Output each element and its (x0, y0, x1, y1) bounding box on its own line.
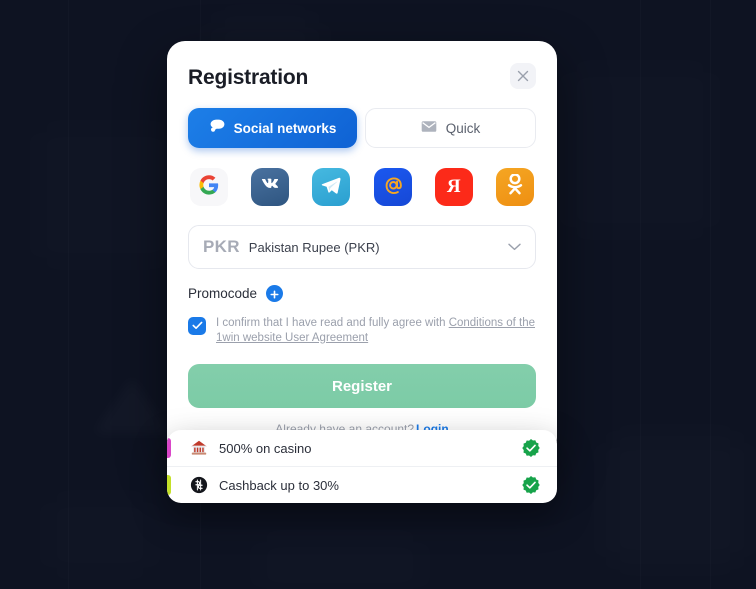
green-check-badge-icon (521, 438, 541, 458)
bonus-list-card: 500% on casino Cashback up to 30% (167, 430, 557, 503)
plus-icon (270, 287, 279, 301)
social-button-mailru[interactable] (373, 168, 412, 206)
chevron-down-icon (508, 238, 521, 256)
social-login-buttons: Я (188, 168, 536, 206)
chat-bubble-icon (209, 119, 225, 137)
social-button-vk[interactable] (251, 168, 290, 206)
envelope-icon (421, 120, 437, 136)
telegram-icon (321, 176, 341, 199)
registration-method-tabs: Social networks Quick (188, 108, 536, 148)
agreement-checkbox[interactable] (188, 317, 206, 335)
social-button-telegram[interactable] (312, 168, 351, 206)
tab-social-networks-label: Social networks (233, 120, 337, 136)
bonus-accent-bar (167, 475, 171, 495)
close-icon (517, 70, 529, 82)
close-button[interactable] (510, 63, 536, 89)
social-button-yandex[interactable]: Я (434, 168, 473, 206)
agreement-text-lead: I confirm that I have read and fully agr… (216, 317, 449, 329)
agreement-row: I confirm that I have read and fully agr… (188, 316, 536, 345)
tab-quick[interactable]: Quick (365, 108, 536, 148)
modal-header: Registration (188, 63, 536, 89)
agreement-text: I confirm that I have read and fully agr… (216, 316, 536, 345)
tab-quick-label: Quick (445, 120, 481, 136)
currency-name: Pakistan Rupee (PKR) (248, 239, 380, 255)
registration-modal: Registration Social networks Quick Я PKR… (167, 41, 557, 457)
bonus-row-casino[interactable]: 500% on casino (167, 430, 557, 466)
tab-social-networks[interactable]: Social networks (188, 108, 357, 148)
bonus-label: Cashback up to 30% (219, 477, 339, 493)
social-button-google[interactable] (190, 168, 228, 206)
yandex-icon: Я (446, 176, 461, 197)
bg-shape (600, 430, 750, 570)
register-button[interactable]: Register (188, 364, 536, 409)
bg-shape (30, 120, 180, 270)
bonus-accent-bar (167, 438, 171, 458)
check-icon (191, 317, 203, 335)
bg-triangle-shape (92, 376, 172, 434)
social-button-odnoklassniki[interactable] (495, 168, 534, 206)
odnoklassniki-icon (507, 173, 523, 200)
google-icon (199, 174, 219, 200)
bg-shape (40, 490, 160, 580)
page-title: Registration (188, 66, 309, 89)
promocode-row: Promocode (188, 285, 536, 302)
mailru-at-icon (382, 174, 404, 201)
vk-icon (259, 178, 281, 197)
currency-select[interactable]: PKR Pakistan Rupee (PKR) (188, 225, 536, 269)
promocode-add-button[interactable] (266, 285, 284, 302)
bank-building-icon (189, 438, 209, 458)
bonus-label: 500% on casino (219, 440, 312, 456)
bonus-row-cashback[interactable]: Cashback up to 30% (167, 466, 557, 503)
bg-shape (250, 530, 430, 589)
green-check-badge-icon (521, 475, 541, 495)
currency-code: PKR (203, 237, 240, 256)
promocode-label: Promocode (188, 286, 258, 301)
bg-shape (560, 60, 720, 240)
coin-exchange-icon (189, 475, 209, 495)
